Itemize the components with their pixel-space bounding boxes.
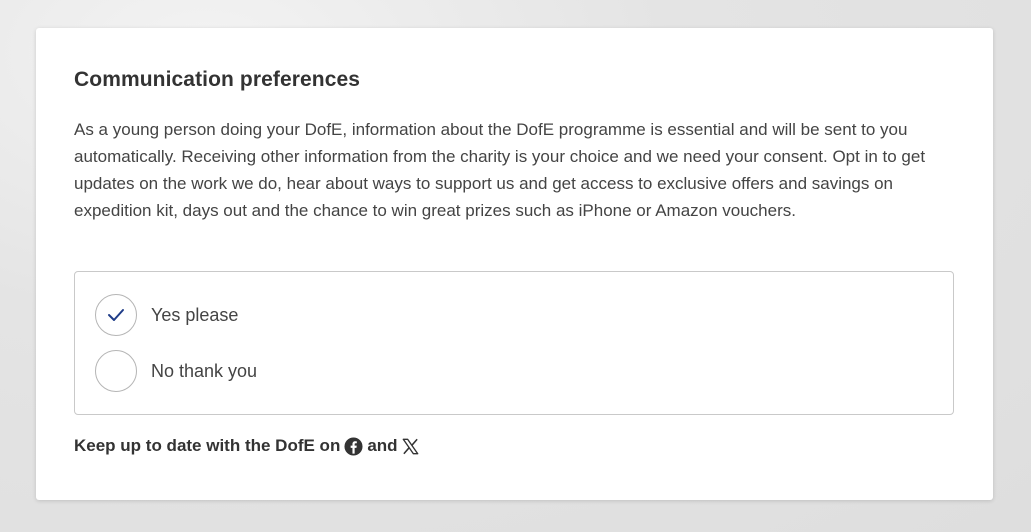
facebook-icon[interactable] [344, 436, 363, 456]
yes-please-option[interactable]: Yes please [95, 294, 238, 336]
social-links: Keep up to date with the DofE on and [74, 436, 423, 456]
no-thank-you-option[interactable]: No thank you [95, 350, 257, 392]
communication-preferences-card: Communication preferences As a young per… [36, 28, 993, 500]
no-thank-you-radio[interactable] [95, 350, 137, 392]
checkmark-icon [108, 309, 124, 321]
social-joiner-text: and [367, 436, 398, 455]
intro-paragraph: As a young person doing your DofE, infor… [74, 120, 926, 220]
yes-please-label: Yes please [151, 304, 239, 325]
yes-please-radio[interactable] [95, 294, 137, 336]
x-twitter-icon[interactable] [402, 438, 419, 455]
no-thank-you-label: No thank you [151, 360, 258, 381]
social-prefix-text: Keep up to date with the DofE on [74, 436, 341, 455]
page-title: Communication preferences [74, 68, 361, 91]
consent-radio-group: Yes please No thank you [74, 271, 954, 415]
